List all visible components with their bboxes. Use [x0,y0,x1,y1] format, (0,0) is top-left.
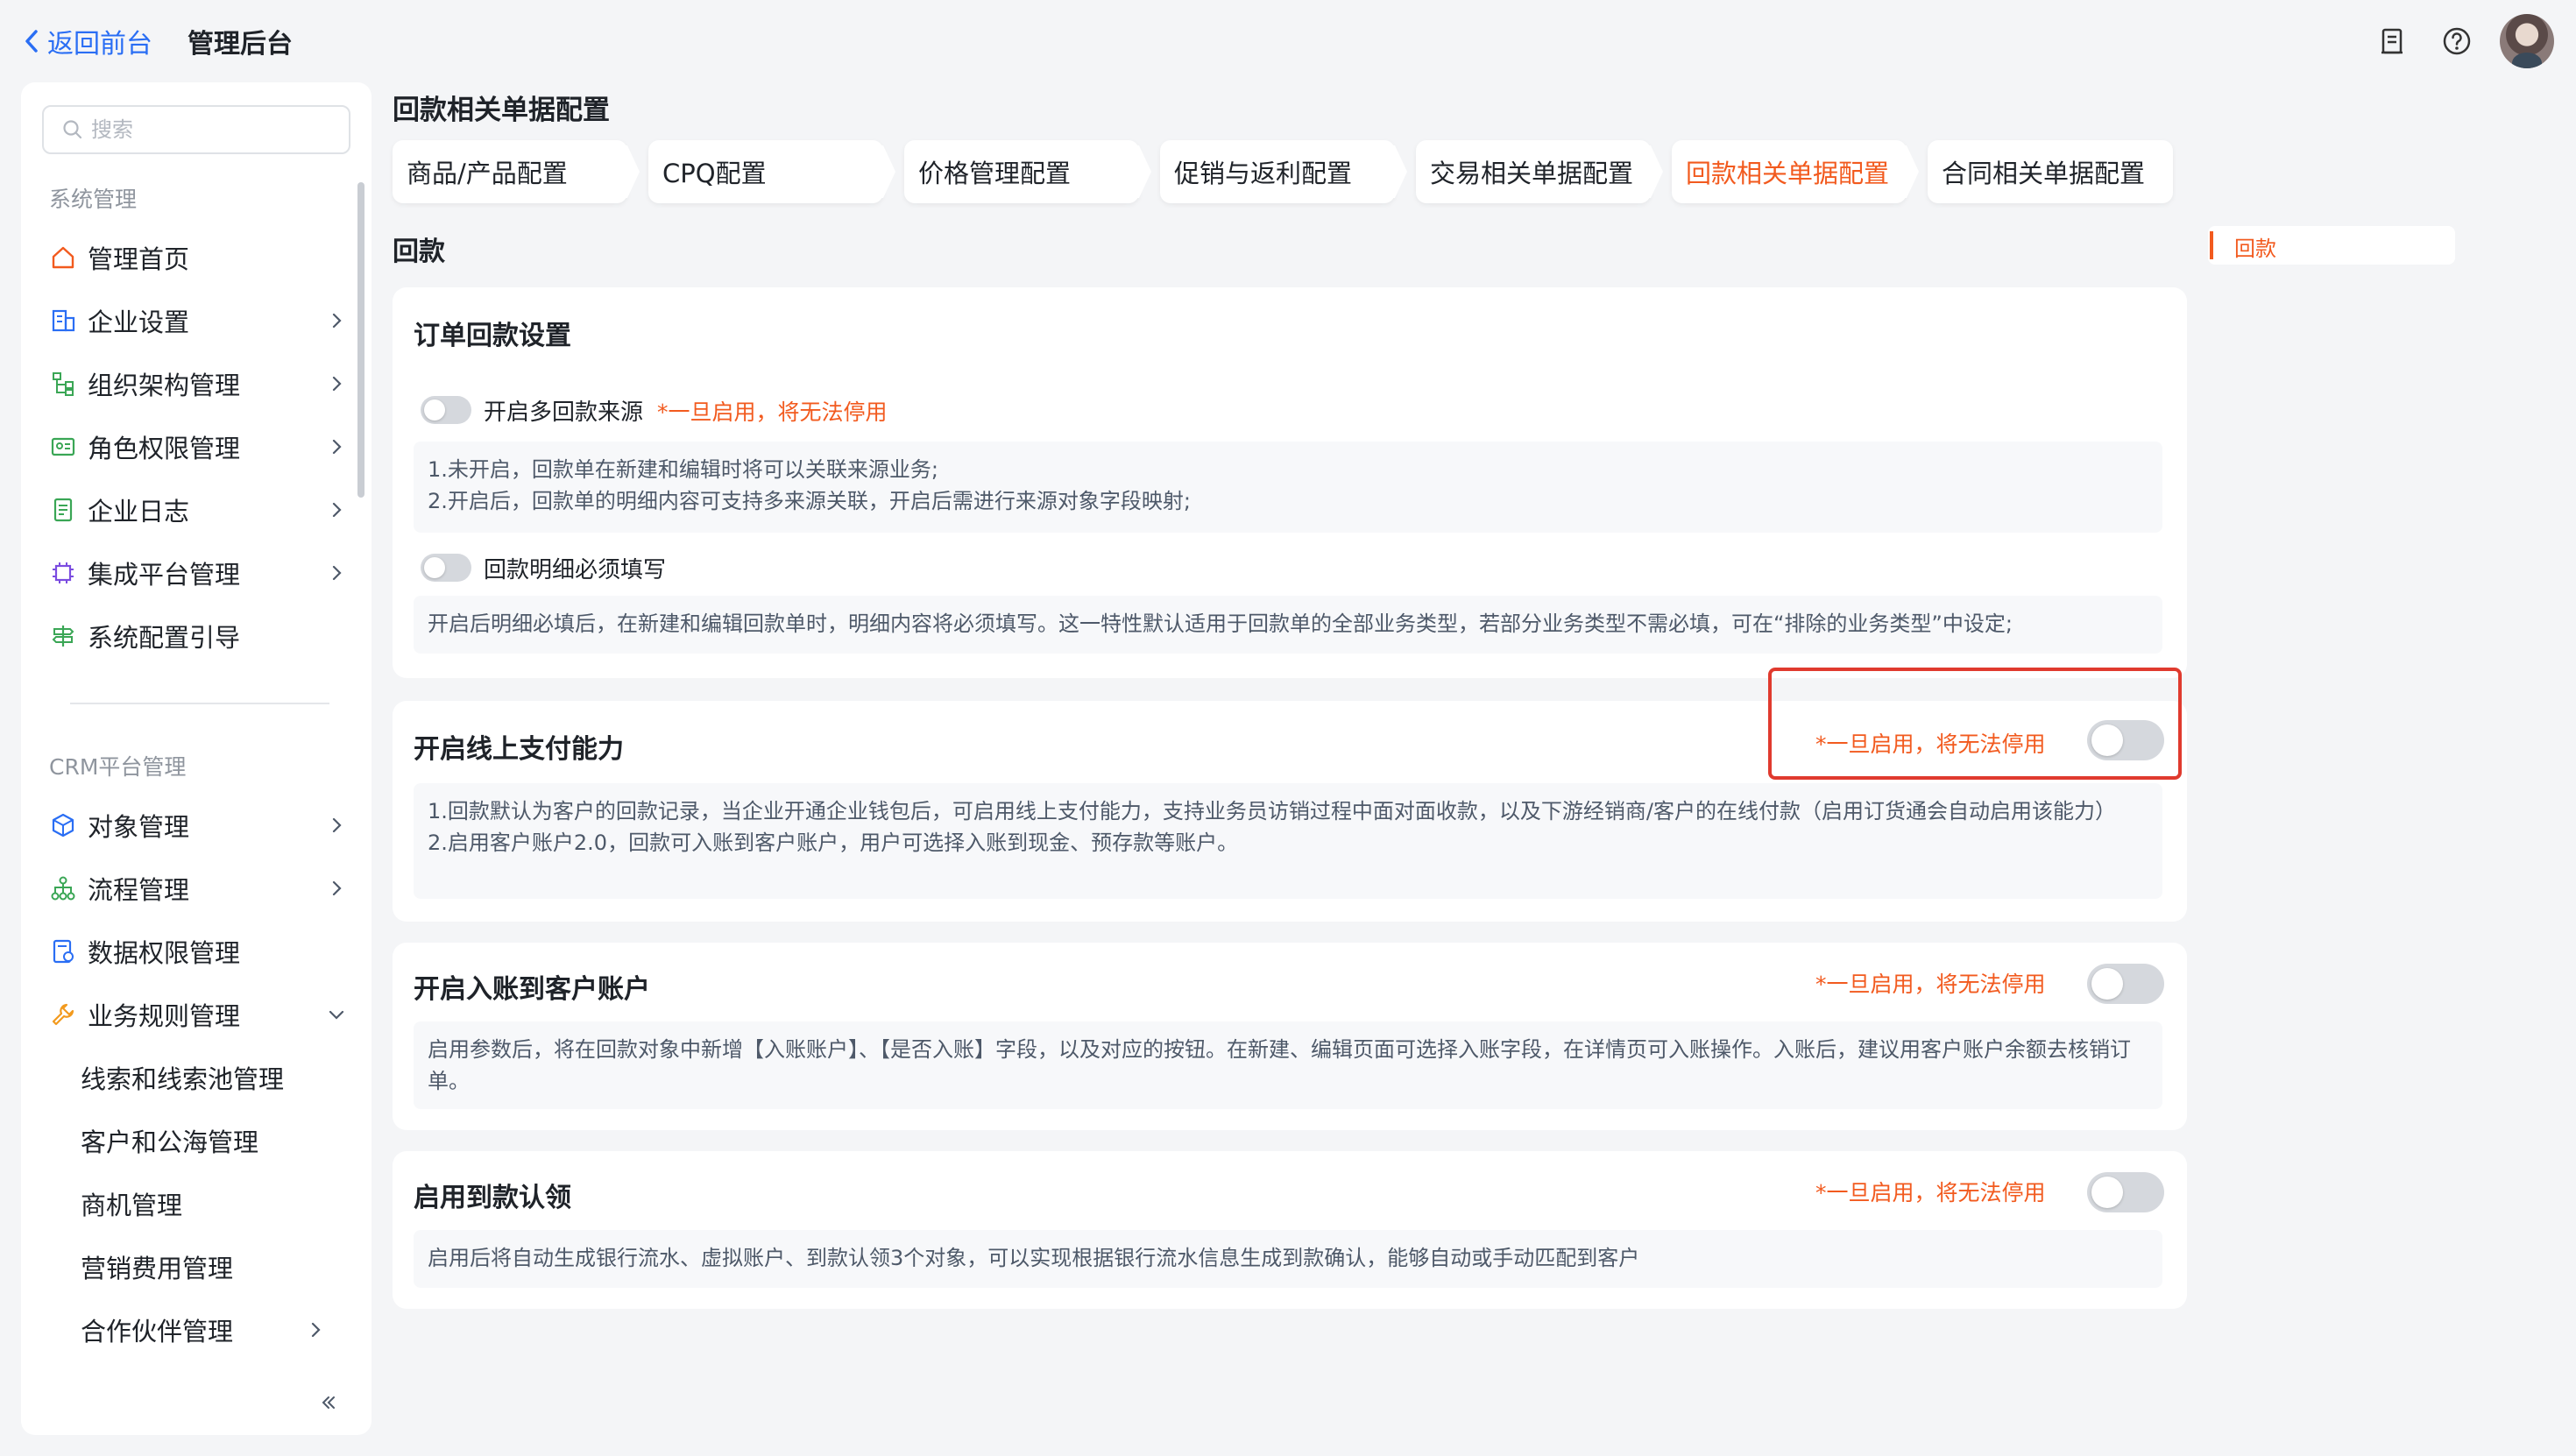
anchor-active-bar [2210,231,2213,259]
signpost-icon [52,626,74,647]
cube-icon [52,813,74,838]
toggle-multi-source[interactable] [421,396,471,424]
card-title: 开启线上支付能力 [414,734,624,765]
sidebar-item-data-permission[interactable]: 数据权限管理 [49,927,347,976]
top-bar: 返回前台 管理后台 [0,0,2576,82]
sidebar-subitem-leads[interactable]: 线索和线索池管理 [81,1053,347,1102]
home-icon [52,246,74,269]
chevron-right-icon [332,502,342,518]
sidebar-subitem-customers[interactable]: 客户和公海管理 [81,1116,347,1165]
tab-cpq-config[interactable]: CPQ配置 [648,140,895,203]
wrench-icon [52,1003,74,1026]
section-label-crm: CRM平台管理 [49,754,187,780]
sidebar-item-objects[interactable]: 对象管理 [49,801,347,850]
user-avatar[interactable] [2500,14,2554,68]
chevron-down-icon [329,1010,344,1020]
sidebar-subitem-opportunities[interactable]: 商机管理 [81,1179,347,1228]
warning-text: *一旦启用，将无法停用 [1815,1180,2046,1205]
chevron-left-icon [25,30,38,53]
building-icon [52,309,75,332]
tab-payment-config[interactable]: 回款相关单据配置 [1672,140,1919,203]
collapse-sidebar-button[interactable] [314,1388,343,1417]
description-box: 启用后将自动生成银行流水、虚拟账户、到款认领3个对象，可以实现根据银行流水信息生… [414,1230,2162,1288]
card-title: 启用到款认领 [414,1183,571,1213]
org-icon [53,372,74,396]
description-box: 1.未开启，回款单在新建和编辑时将可以关联来源业务; 2.开启后，回款单的明细内… [414,442,2162,533]
warning-text: *一旦启用，将无法停用 [657,399,888,425]
search-input[interactable] [91,117,345,142]
sidebar-item-process[interactable]: 流程管理 [49,864,347,913]
double-chevron-left-icon [322,1396,335,1409]
sidebar-divider [70,703,329,704]
tab-arrow-icon [1894,145,1919,198]
sidebar-item-config-guide[interactable]: 系统配置引导 [49,611,347,661]
tab-arrow-icon [1383,145,1407,198]
description-box: 启用参数后，将在回款对象中新增【入账账户】、【是否入账】字段，以及对应的按钮。在… [414,1021,2162,1109]
card-customer-account: 开启入账到客户账户 *一旦启用，将无法停用 启用参数后，将在回款对象中新增【入账… [393,943,2187,1130]
tab-product-config[interactable]: 商品/产品配置 [393,140,640,203]
toggle-customer-account[interactable] [2087,964,2164,1004]
chevron-right-icon [332,565,342,581]
tab-promotion-config[interactable]: 促销与返利配置 [1160,140,1407,203]
chevron-right-icon [332,439,342,455]
sidebar-item-business-rules[interactable]: 业务规则管理 [49,990,347,1039]
anchor-nav-payment[interactable]: 回款 [2208,226,2455,265]
tab-arrow-icon [871,145,895,198]
help-icon[interactable] [2439,24,2474,59]
sidebar-item-integration[interactable]: 集成平台管理 [49,548,347,597]
sidebar-item-logs[interactable]: 企业日志 [49,485,347,534]
description-box: 开启后明细必填后，在新建和编辑回款单时，明细内容将必须填写。这一特性默认适用于回… [414,596,2162,654]
search-icon [63,120,82,139]
sidebar-subitem-marketing-costs[interactable]: 营销费用管理 [81,1242,347,1291]
id-card-icon [51,437,75,456]
document-icon[interactable] [2374,24,2410,59]
description-box: 1.回款默认为客户的回款记录，当企业开通企业钱包后，可启用线上支付能力，支持业务… [414,783,2162,899]
sidebar-item-org[interactable]: 组织架构管理 [49,359,347,408]
chevron-right-icon [332,817,342,833]
tab-price-config[interactable]: 价格管理配置 [904,140,1151,203]
app-title: 管理后台 [188,29,293,60]
sidebar-item-roles[interactable]: 角色权限管理 [49,422,347,471]
warning-text: *一旦启用，将无法停用 [1815,972,2046,997]
card-payment-claim: 启用到款认领 *一旦启用，将无法停用 启用后将自动生成银行流水、虚拟账户、到款认… [393,1151,2187,1309]
card-order-payment-settings: 订单回款设置 开启多回款来源 *一旦启用，将无法停用 1.未开启，回款单在新建和… [393,287,2187,678]
toggle-detail-required[interactable] [421,554,471,582]
tab-arrow-icon [1127,145,1151,198]
section-label-payment: 回款 [393,237,445,267]
section-label-system: 系统管理 [49,187,138,212]
chevron-right-icon [332,880,342,896]
tab-arrow-icon [1638,145,1663,198]
option-label: 开启多回款来源 [484,399,644,426]
chevron-right-icon [332,376,342,392]
log-icon [53,498,73,522]
flow-icon [51,876,75,901]
tab-contract-config[interactable]: 合同相关单据配置 [1928,140,2173,203]
sidebar-item-company-settings[interactable]: 企业设置 [49,296,347,345]
highlight-annotation-box [1768,668,2182,780]
sidebar-search[interactable] [42,105,350,154]
sidebar-subitem-partners[interactable]: 合作伙伴管理 [81,1305,347,1354]
toggle-payment-claim[interactable] [2087,1172,2164,1212]
sidebar-scrollbar[interactable] [357,182,364,498]
sidebar: 系统管理 管理首页 企业设置 组织架构管理 角色权限管理 企业日志 集成平台管理… [21,82,372,1435]
chevron-right-icon [332,313,342,329]
page-title: 回款相关单据配置 [393,95,610,126]
option-label: 回款明细必须填写 [484,557,667,583]
card-title: 开启入账到客户账户 [414,974,650,1005]
chip-icon [53,562,74,583]
back-to-frontend-link[interactable]: 返回前台 [21,19,152,63]
chevron-right-icon [311,1322,321,1338]
tab-transaction-config[interactable]: 交易相关单据配置 [1416,140,1663,203]
tab-arrow-icon [615,145,640,198]
sidebar-item-home[interactable]: 管理首页 [49,233,347,282]
card-title: 订单回款设置 [414,321,571,351]
back-label: 返回前台 [47,29,152,60]
data-lock-icon [53,939,74,964]
